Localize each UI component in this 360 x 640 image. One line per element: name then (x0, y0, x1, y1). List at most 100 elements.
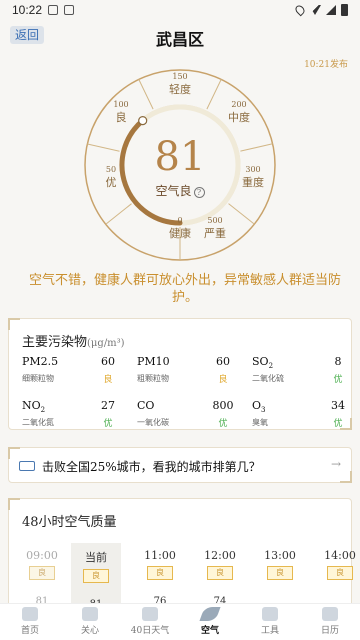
pollutant-level: 优 (218, 419, 228, 429)
hourly-time: 12:00 (204, 549, 236, 562)
hourly-item[interactable]: 13:00 良 (255, 549, 305, 596)
pollutant-name: NO2 (22, 399, 46, 415)
pollutant-name: PM2.5 (22, 355, 59, 368)
pollutant-cn-name: 二氧化硫 (252, 374, 284, 383)
tools-icon (262, 607, 278, 621)
hourly-item[interactable]: 12:00 良 74 (195, 549, 245, 607)
pollutants-unit: (μg/m³) (87, 338, 125, 349)
battery-icon (341, 4, 348, 16)
tab-label: 40日天气 (130, 626, 170, 636)
page-title: 武昌区 (155, 30, 204, 49)
home-icon (22, 607, 38, 621)
pollutants-title-text: 主要污染物 (22, 335, 88, 350)
tab-label: 日历 (320, 626, 339, 636)
gauge-scale-text: 健康 (169, 227, 191, 240)
tab-heart[interactable]: 关心 (60, 604, 120, 640)
pollutant-value: 34 (331, 399, 345, 412)
hourly-level-badge: 良 (29, 566, 55, 580)
hourly-level-badge: 良 (327, 566, 353, 580)
signal-icon (326, 5, 336, 15)
tab-leaf[interactable]: 空气 (180, 604, 240, 640)
cloud-icon (142, 607, 158, 621)
pollutant-level: 优 (333, 419, 343, 429)
gauge-scale-label: 150 轻度 (160, 72, 200, 97)
pollutant-value: 8 (334, 355, 342, 368)
heart-icon (82, 607, 98, 621)
wifi-icon (309, 5, 321, 15)
gauge-scale-label: 100 良 (101, 100, 141, 125)
pollutant-value: 27 (101, 399, 115, 412)
pollutants-card: 主要污染物(μg/m³) PM2.5 细颗粒物 60 良 PM10 粗颗粒物 60 良 SO2 二… (8, 318, 352, 430)
publish-time: 10:21发布 (304, 60, 348, 70)
gauge-scale-label: 200 中度 (219, 100, 259, 125)
pollutant-cn-name: 二氧化氮 (22, 418, 54, 427)
rank-banner[interactable]: 击败全国25%城市，看我的城市排第几？ → (8, 447, 352, 483)
pollutant-item: PM10 粗颗粒物 60 良 (137, 355, 237, 391)
pollutant-cn-name: 臭氧 (252, 418, 268, 427)
hourly-time: 14:00 (324, 549, 356, 562)
pollutant-item: SO2 二氧化硫 8 优 (252, 355, 352, 391)
pollutant-item: O3 臭氧 34 优 (252, 399, 352, 435)
pollutants-title: 主要污染物(μg/m³) (9, 319, 351, 350)
tab-tools[interactable]: 工具 (240, 604, 300, 640)
gauge-scale-number: 500 (207, 216, 223, 225)
hourly-title: 48小时空气质量 (22, 515, 117, 530)
hourly-time: 当前 (85, 551, 107, 564)
pollutant-name: PM10 (137, 355, 170, 368)
aqi-level-text: 空气良 (155, 184, 192, 198)
hourly-level-badge: 良 (147, 566, 173, 580)
tab-calendar[interactable]: 日历 (300, 604, 360, 640)
hourly-time: 09:00 (26, 549, 58, 562)
hourly-level-badge: 良 (83, 569, 109, 583)
rank-text: 击败全国25%城市，看我的城市排第几？ (42, 460, 261, 474)
notification-icon (48, 5, 59, 15)
calendar-icon (322, 607, 338, 621)
status-time: 10:22 (12, 3, 43, 17)
gauge-scale-number: 100 (113, 100, 129, 109)
pollutant-level: 良 (218, 375, 228, 385)
gauge-scale-label: 0 健康 (160, 216, 200, 241)
gauge-scale-number: 200 (231, 100, 247, 109)
pollutant-name: O3 (252, 399, 266, 415)
hourly-time: 11:00 (144, 549, 176, 562)
gauge-scale-text: 严重 (204, 227, 226, 240)
gauge-scale-number: 0 (177, 216, 183, 225)
pollutant-item: CO 一氧化碳 800 优 (137, 399, 237, 435)
gauge-scale-number: 150 (172, 72, 188, 81)
hourly-item[interactable]: 14:00 良 (315, 549, 360, 596)
aqi-value: 81 (154, 134, 206, 180)
status-bar: 10:22 (0, 0, 360, 20)
hourly-time: 13:00 (264, 549, 296, 562)
pollutant-cn-name: 一氧化碳 (137, 418, 169, 427)
pollutant-value: 60 (216, 355, 230, 368)
gauge-scale-text: 良 (115, 111, 127, 124)
rank-icon (19, 461, 35, 471)
pollutant-cn-name: 粗颗粒物 (137, 374, 169, 383)
hourly-item[interactable]: 11:00 良 76 (135, 549, 185, 607)
pollutant-name: CO (137, 399, 155, 412)
tab-label: 关心 (80, 626, 99, 636)
hourly-level-badge: 良 (267, 566, 293, 580)
help-icon[interactable]: ? (193, 187, 205, 198)
pollutant-level: 良 (103, 375, 113, 385)
tab-label: 空气 (200, 626, 219, 636)
gauge-scale-text: 中度 (228, 111, 250, 124)
pollutant-item: PM2.5 细颗粒物 60 良 (22, 355, 122, 391)
aqi-level-label[interactable]: 空气良? (83, 182, 277, 199)
hourly-item[interactable]: 09:00 良 81 (17, 549, 67, 607)
gauge-scale-label: 500 严重 (195, 216, 235, 241)
hourly-level-badge: 良 (207, 566, 233, 580)
pollutant-value: 800 (212, 399, 234, 412)
pollutant-item: NO2 二氧化氮 27 优 (22, 399, 122, 435)
tab-home[interactable]: 首页 (0, 604, 60, 640)
health-advice: 空气不错，健康人群可放心外出，异常敏感人群适当防护。 (28, 273, 341, 305)
app-notification-icon (64, 5, 75, 15)
pollutant-name: SO2 (252, 355, 274, 371)
tab-label: 工具 (260, 626, 279, 636)
pollutant-level: 优 (103, 419, 113, 429)
pollutant-value: 60 (101, 355, 115, 368)
tab-cloud[interactable]: 40日天气 (120, 604, 180, 640)
leaf-icon (199, 607, 221, 621)
pollutant-level: 优 (333, 375, 343, 385)
gauge-scale-text: 轻度 (169, 83, 191, 96)
